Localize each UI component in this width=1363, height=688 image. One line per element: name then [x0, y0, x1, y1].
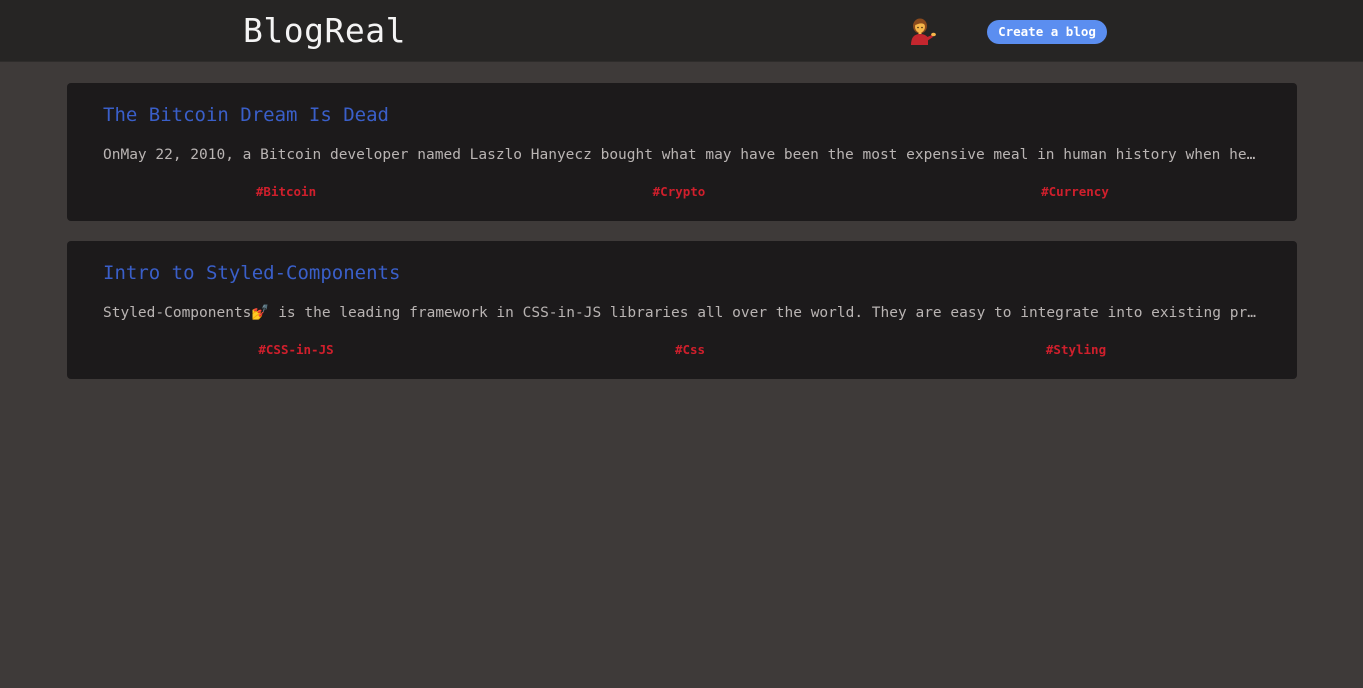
- post-title[interactable]: The Bitcoin Dream Is Dead: [103, 102, 389, 128]
- top-navbar: BlogReal Create a blog: [0, 0, 1363, 62]
- post-card[interactable]: Intro to Styled-Components Styled-Compon…: [67, 241, 1297, 379]
- post-tag[interactable]: #Css: [675, 342, 705, 358]
- post-tag[interactable]: #Styling: [1046, 342, 1106, 358]
- post-tag[interactable]: #Crypto: [653, 184, 706, 200]
- post-card[interactable]: The Bitcoin Dream Is Dead OnMay 22, 2010…: [67, 83, 1297, 221]
- create-blog-button[interactable]: Create a blog: [987, 20, 1107, 44]
- brand-logo[interactable]: BlogReal: [243, 11, 406, 51]
- person-tipping-hand-icon[interactable]: [907, 16, 937, 46]
- post-tag[interactable]: #CSS-in-JS: [258, 342, 333, 358]
- post-excerpt: Styled-Components💅 is the leading framew…: [103, 305, 1261, 321]
- post-excerpt: OnMay 22, 2010, a Bitcoin developer name…: [103, 147, 1261, 163]
- post-tag[interactable]: #Currency: [1041, 184, 1109, 200]
- post-title[interactable]: Intro to Styled-Components: [103, 260, 400, 286]
- post-tag[interactable]: #Bitcoin: [256, 184, 316, 200]
